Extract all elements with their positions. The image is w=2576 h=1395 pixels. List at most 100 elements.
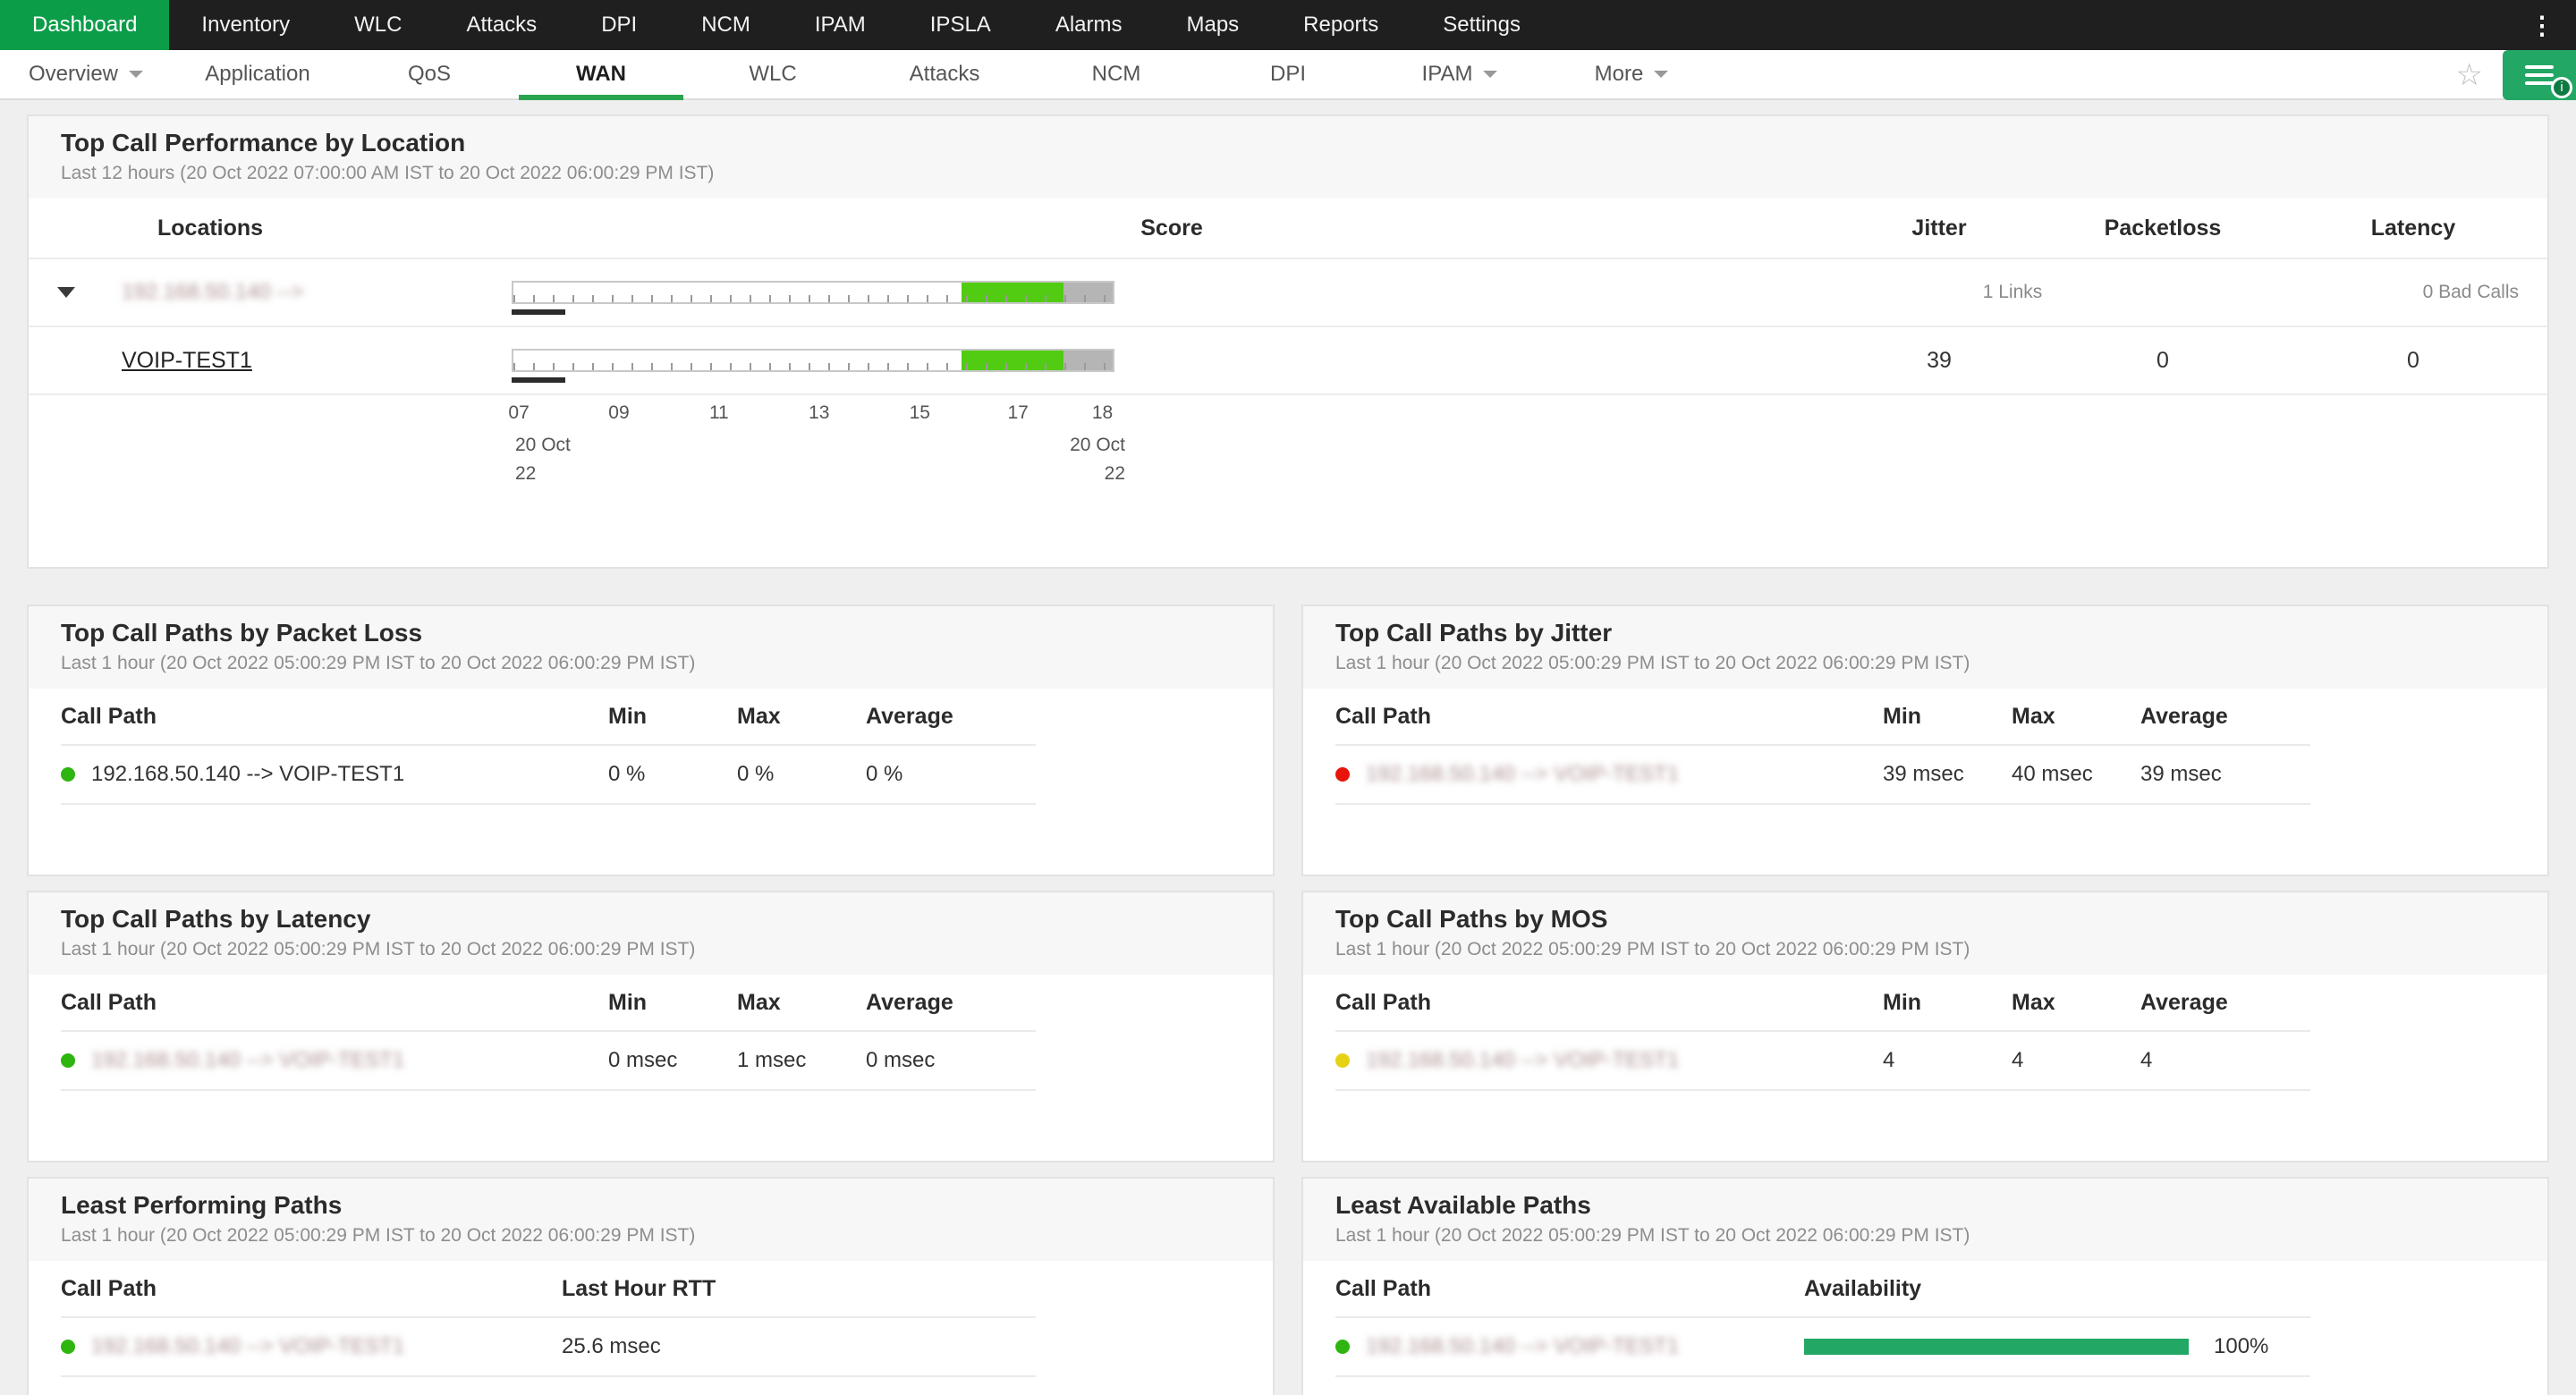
bad-calls-label: 0 Bad Calls	[2423, 282, 2519, 303]
tab-label: IPAM	[1422, 62, 1473, 87]
location-name[interactable]: 192.168.50.140 -->	[100, 280, 512, 305]
timeline-scrollbar[interactable]	[512, 377, 565, 383]
call-path-text[interactable]: 192.168.50.140 --> VOIP-TEST1	[1366, 762, 1679, 787]
tab-label: WAN	[576, 62, 626, 87]
column-header-average: Average	[866, 990, 1036, 1016]
nav-item-attacks[interactable]: Attacks	[434, 0, 569, 50]
availability-bar-track	[1804, 1339, 2189, 1355]
call-path-text[interactable]: 192.168.50.140 --> VOIP-TEST1	[91, 1048, 404, 1073]
column-header-call-path: Call Path	[1335, 990, 1883, 1016]
score-timeline-bar	[512, 281, 1114, 304]
panel-grid: Top Call Paths by Packet Loss Last 1 hou…	[27, 604, 2549, 1395]
expand-caret-icon[interactable]	[57, 287, 75, 298]
table-header: Call Path Last Hour RTT	[61, 1261, 1036, 1318]
nav-item-inventory[interactable]: Inventory	[169, 0, 322, 50]
location-row-link: VOIP-TEST1 39 0 0	[29, 327, 2547, 395]
jitter-value: 39	[1832, 348, 2046, 374]
call-path-text[interactable]: 192.168.50.140 --> VOIP-TEST1	[1366, 1048, 1679, 1073]
table-row: 192.168.50.140 --> VOIP-TEST1 25.6 msec	[61, 1318, 1036, 1377]
nav-item-settings[interactable]: Settings	[1411, 0, 1553, 50]
status-dot-green	[61, 1340, 75, 1354]
panel-header: Top Call Paths by Jitter Last 1 hour (20…	[1303, 606, 2547, 689]
voip-test1-link[interactable]: VOIP-TEST1	[122, 348, 252, 373]
panel-title: Top Call Paths by Latency	[61, 905, 1241, 934]
tab-more[interactable]: More	[1546, 50, 1717, 98]
tab-overview[interactable]: Overview	[0, 50, 172, 98]
panel-latency: Top Call Paths by Latency Last 1 hour (2…	[27, 891, 1275, 1162]
column-header-call-path: Call Path	[61, 990, 608, 1016]
table-row: 192.168.50.140 --> VOIP-TEST1 0 msec 1 m…	[61, 1032, 1036, 1091]
call-path-text[interactable]: 192.168.50.140 --> VOIP-TEST1	[1366, 1334, 1679, 1359]
average-value: 4	[2140, 1048, 2310, 1073]
nav-item-ncm[interactable]: NCM	[669, 0, 783, 50]
panel-title: Top Call Paths by MOS	[1335, 905, 2515, 934]
favorite-star-icon[interactable]: ☆	[2456, 50, 2483, 100]
panel-title: Top Call Performance by Location	[61, 129, 2515, 157]
nav-item-alarms[interactable]: Alarms	[1023, 0, 1155, 50]
tab-qos[interactable]: QoS	[343, 50, 515, 98]
panel-time-range: Last 1 hour (20 Oct 2022 05:00:29 PM IST…	[61, 939, 1241, 960]
panel-title: Least Performing Paths	[61, 1191, 1241, 1220]
max-value: 40 msec	[2012, 762, 2140, 787]
score-timeline-bar	[512, 349, 1114, 372]
axis-tick-label: 13	[809, 402, 829, 424]
nav-item-wlc[interactable]: WLC	[322, 0, 434, 50]
status-dot-yellow	[1335, 1053, 1350, 1068]
column-header-average: Average	[2140, 704, 2310, 730]
latency-value: 0	[2279, 348, 2547, 374]
column-header-average: Average	[866, 704, 1036, 730]
nav-item-ipam[interactable]: IPAM	[783, 0, 898, 50]
location-table-header: Locations Score Jitter Packetloss Latenc…	[29, 199, 2547, 259]
table-header: Call Path Min Max Average	[1335, 975, 2310, 1032]
axis-tick-label: 18	[1092, 402, 1113, 424]
panel-time-range: Last 1 hour (20 Oct 2022 05:00:29 PM IST…	[1335, 1225, 2515, 1247]
tab-dpi[interactable]: DPI	[1202, 50, 1374, 98]
axis-tick-label: 09	[608, 402, 629, 424]
tab-ncm[interactable]: NCM	[1030, 50, 1202, 98]
column-header-latency: Latency	[2279, 216, 2547, 241]
nav-item-maps[interactable]: Maps	[1154, 0, 1271, 50]
tab-wlc[interactable]: WLC	[687, 50, 859, 98]
column-header-min: Min	[608, 990, 737, 1016]
table-header: Call Path Min Max Average	[61, 975, 1036, 1032]
location-row-parent: 192.168.50.140 --> 1 Links 0 Bad Calls	[29, 259, 2547, 327]
panel-title: Top Call Paths by Packet Loss	[61, 619, 1241, 647]
tab-label: WLC	[749, 62, 796, 87]
min-value: 4	[1883, 1048, 2012, 1073]
min-value: 0 %	[608, 762, 737, 787]
timeline-scrollbar[interactable]	[512, 309, 565, 315]
panel-time-range: Last 1 hour (20 Oct 2022 05:00:29 PM IST…	[61, 653, 1241, 674]
table-header: Call Path Min Max Average	[1335, 689, 2310, 746]
table-row: 192.168.50.140 --> VOIP-TEST1 0 % 0 % 0 …	[61, 746, 1036, 805]
axis-tick-label: 17	[1007, 402, 1028, 424]
call-path-table: Call Path Last Hour RTT 192.168.50.140 -…	[29, 1261, 1273, 1377]
column-header-average: Average	[2140, 990, 2310, 1016]
tab-attacks[interactable]: Attacks	[859, 50, 1030, 98]
tab-application[interactable]: Application	[172, 50, 343, 98]
table-header: Call Path Min Max Average	[61, 689, 1036, 746]
call-path-text[interactable]: 192.168.50.140 --> VOIP-TEST1	[91, 1334, 404, 1359]
call-path-text[interactable]: 192.168.50.140 --> VOIP-TEST1	[91, 762, 404, 787]
column-header-call-path: Call Path	[1335, 1276, 1804, 1302]
tab-ipam[interactable]: IPAM	[1374, 50, 1546, 98]
score-timeline[interactable]	[512, 349, 1114, 372]
nav-item-dpi[interactable]: DPI	[569, 0, 669, 50]
nav-item-dashboard[interactable]: Dashboard	[0, 0, 169, 50]
tab-wan[interactable]: WAN	[515, 50, 687, 98]
customize-dashboard-button[interactable]: i	[2503, 50, 2576, 100]
score-timeline[interactable]	[512, 281, 1114, 304]
call-path-table: Call Path Min Max Average 192.168.50.140…	[29, 975, 1273, 1091]
nav-item-ipsla[interactable]: IPSLA	[898, 0, 1023, 50]
nav-item-reports[interactable]: Reports	[1271, 0, 1411, 50]
panel-time-range: Last 1 hour (20 Oct 2022 05:00:29 PM IST…	[1335, 939, 2515, 960]
packetloss-value: 0	[2046, 348, 2279, 374]
kebab-menu-icon[interactable]: ⋮	[2519, 0, 2565, 50]
axis-end-date: 20 Oct 22	[1070, 431, 1125, 488]
table-header: Call Path Availability	[1335, 1261, 2310, 1318]
dashboard-tab-bar: Overview Application QoS WAN WLC Attacks…	[0, 50, 2576, 100]
panel-header: Top Call Paths by Latency Last 1 hour (2…	[29, 892, 1273, 975]
column-header-min: Min	[1883, 990, 2012, 1016]
dashboard-content: Top Call Performance by Location Last 12…	[0, 100, 2576, 1395]
table-row: 192.168.50.140 --> VOIP-TEST1 4 4 4	[1335, 1032, 2310, 1091]
panel-time-range: Last 1 hour (20 Oct 2022 05:00:29 PM IST…	[61, 1225, 1241, 1247]
